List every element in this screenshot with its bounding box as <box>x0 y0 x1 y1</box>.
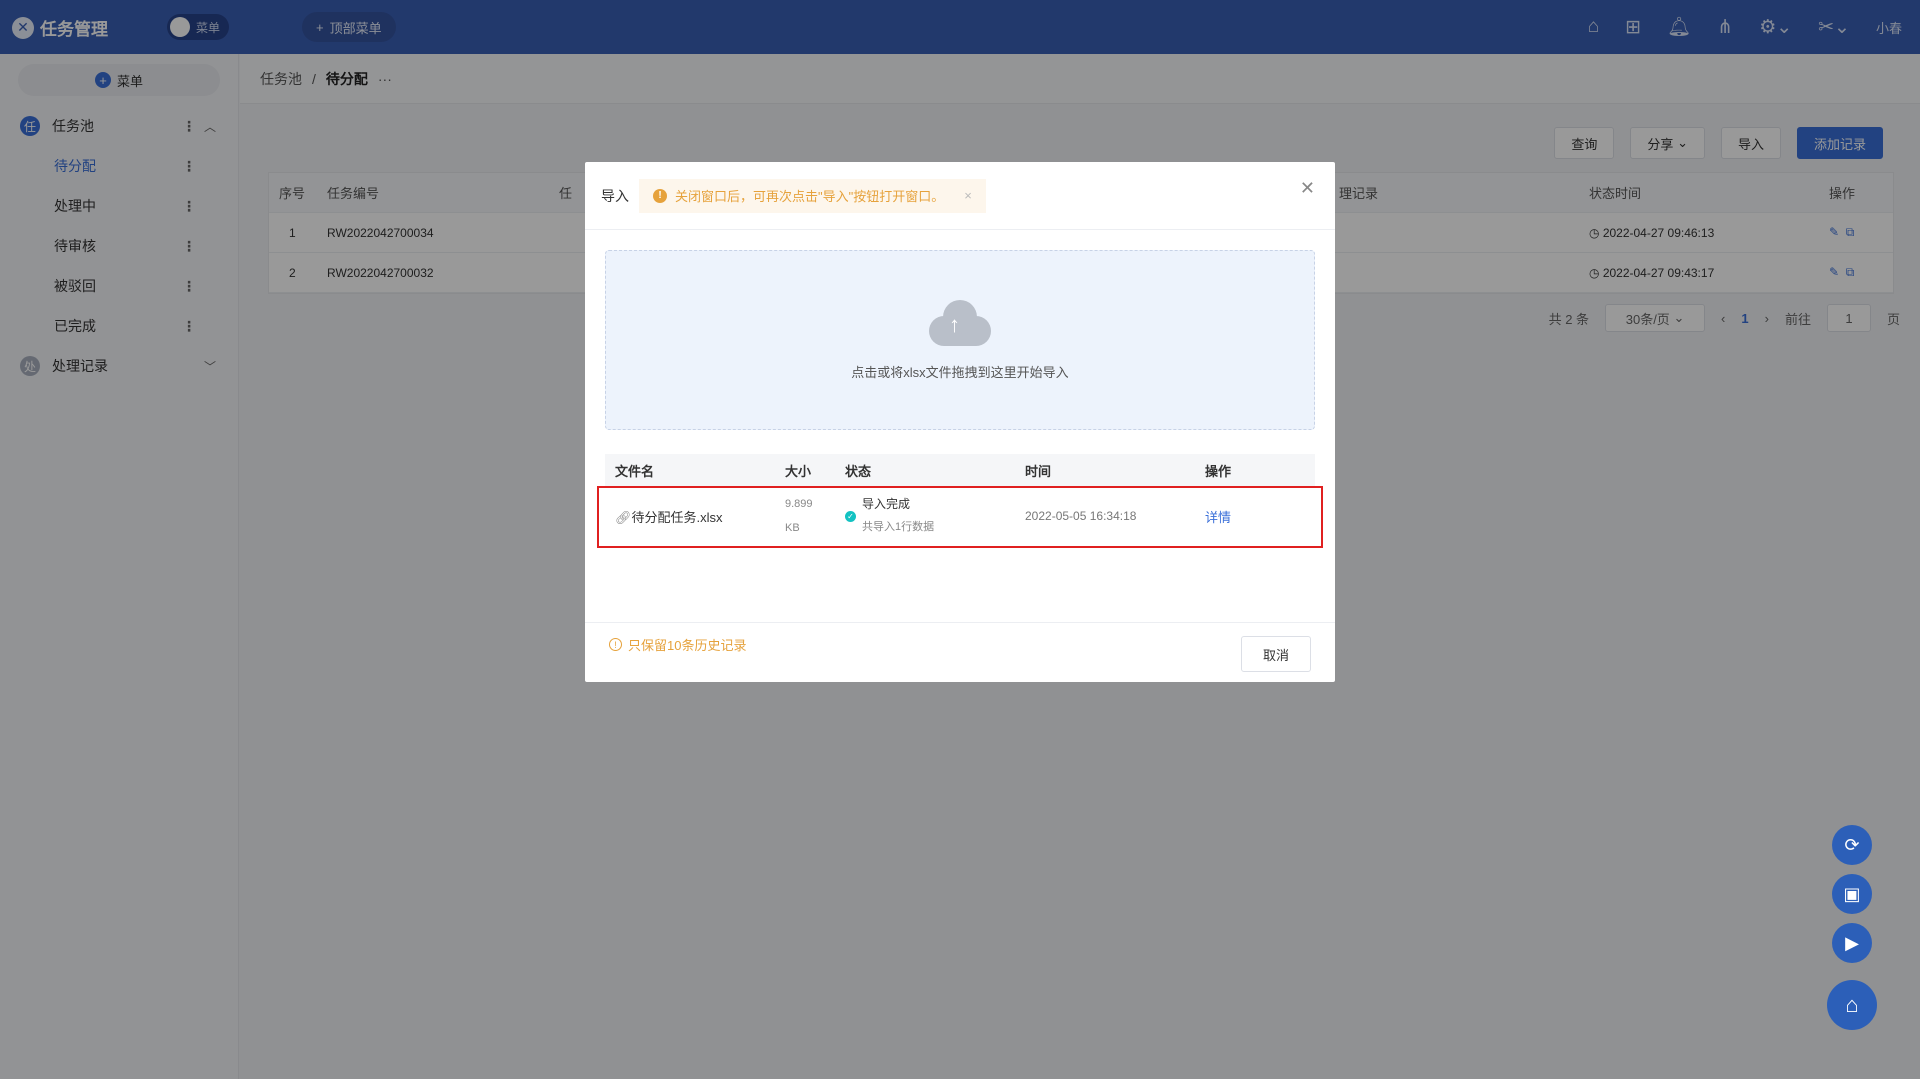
history-note: ! 只保留10条历史记录 <box>609 635 746 654</box>
dialog-header: 导入 ! 关闭窗口后，可再次点击"导入"按钮打开窗口。 × <box>585 162 1335 230</box>
notice-text: 关闭窗口后，可再次点击"导入"按钮打开窗口。 <box>675 189 945 204</box>
col-time: 时间 <box>1025 463 1052 479</box>
fab-home-icon[interactable]: ⌂ <box>1827 980 1877 1030</box>
import-dialog: 导入 ! 关闭窗口后，可再次点击"导入"按钮打开窗口。 × ✕ ↑ 点击或将xl… <box>585 162 1335 682</box>
fab-terminal-icon[interactable]: ▶ <box>1832 923 1872 963</box>
cloud-upload-icon: ↑ <box>929 299 991 346</box>
dialog-title: 导入 <box>601 187 629 204</box>
history-note-text: 只保留10条历史记录 <box>628 638 747 653</box>
col-status: 状态 <box>845 463 872 479</box>
fab-monitor-icon[interactable]: ▣ <box>1832 874 1872 914</box>
warning-icon: ! <box>653 188 667 203</box>
notice-alert: ! 关闭窗口后，可再次点击"导入"按钮打开窗口。 × <box>639 178 986 213</box>
history-header: 文件名 大小 状态 时间 操作 <box>605 454 1315 486</box>
close-notice-icon[interactable]: × <box>964 188 972 203</box>
col-action: 操作 <box>1205 463 1232 479</box>
cancel-button[interactable]: 取消 <box>1241 636 1311 672</box>
col-size: 大小 <box>785 463 812 479</box>
close-dialog-icon[interactable]: ✕ <box>1300 178 1315 199</box>
upload-dropzone[interactable]: ↑ 点击或将xlsx文件拖拽到这里开始导入 <box>605 250 1315 430</box>
col-filename: 文件名 <box>615 463 655 479</box>
upload-text: 点击或将xlsx文件拖拽到这里开始导入 <box>851 364 1069 380</box>
highlight-box <box>597 486 1323 548</box>
info-icon: ! <box>609 638 622 651</box>
fab-workflow-icon[interactable]: ⟳ <box>1832 825 1872 865</box>
dialog-footer: ! 只保留10条历史记录 取消 <box>585 622 1335 682</box>
